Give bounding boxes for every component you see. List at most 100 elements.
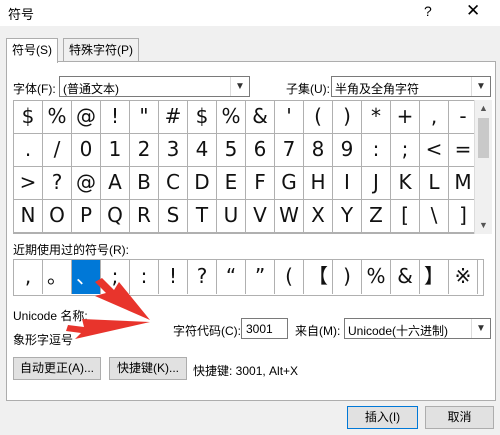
symbol-cell[interactable]: # (159, 101, 188, 134)
symbol-cell[interactable]: J (362, 167, 391, 200)
from-label: 来自(M): (295, 324, 341, 338)
symbol-cell[interactable]: A (101, 167, 130, 200)
symbol-cell[interactable]: Y (333, 200, 362, 233)
recent-symbol-cell[interactable]: ※ (449, 260, 478, 294)
symbol-cell[interactable]: . (14, 134, 43, 167)
from-select[interactable]: Unicode(十六进制) ▼ (344, 318, 491, 339)
recent-symbol-cell[interactable]: 。 (43, 260, 72, 294)
recent-symbol-cell[interactable]: ( (275, 260, 304, 294)
symbol-cell[interactable]: S (159, 200, 188, 233)
recent-symbol-cell[interactable]: & (391, 260, 420, 294)
char-code-input[interactable]: 3001 (241, 318, 288, 339)
symbol-cell[interactable]: @ (72, 101, 101, 134)
symbol-cell[interactable]: K (391, 167, 420, 200)
symbol-cell[interactable]: ( (304, 101, 333, 134)
symbol-cell[interactable]: \ (420, 200, 449, 233)
symbol-cell[interactable]: ! (101, 101, 130, 134)
close-button[interactable]: ✕ (466, 1, 480, 21)
symbol-cell[interactable]: / (43, 134, 72, 167)
recent-symbol-cell[interactable]: 】 (420, 260, 449, 294)
recent-symbol-cell[interactable]: % (362, 260, 391, 294)
symbol-cell[interactable]: ' (275, 101, 304, 134)
symbol-cell[interactable]: % (217, 101, 246, 134)
symbol-cell[interactable]: $ (14, 101, 43, 134)
recent-symbol-cell[interactable]: ; (101, 260, 130, 294)
cancel-button[interactable]: 取消 (425, 406, 494, 429)
char-code-value: 3001 (246, 322, 273, 336)
scroll-down-icon[interactable]: ▼ (475, 217, 492, 234)
tab-symbols[interactable]: 符号(S) (6, 38, 58, 63)
symbol-cell[interactable]: F (246, 167, 275, 200)
symbol-cell[interactable]: H (304, 167, 333, 200)
symbol-cell[interactable]: W (275, 200, 304, 233)
subset-select[interactable]: 半角及全角字符 ▼ (331, 76, 491, 97)
symbol-cell[interactable]: N (14, 200, 43, 233)
symbol-cell[interactable]: & (246, 101, 275, 134)
symbol-cell[interactable]: $ (188, 101, 217, 134)
symbol-dialog: 符号 ? ✕ 符号(S) 特殊字符(P) 字体(F): (普通文本) ▼ 子集(… (0, 0, 500, 435)
symbol-cell[interactable]: < (420, 134, 449, 167)
symbol-cell[interactable]: % (43, 101, 72, 134)
help-button[interactable]: ? (424, 3, 432, 19)
symbol-cell[interactable]: Q (101, 200, 130, 233)
font-select[interactable]: (普通文本) ▼ (59, 76, 250, 97)
symbol-cell[interactable]: > (14, 167, 43, 200)
symbol-cell[interactable]: C (159, 167, 188, 200)
symbol-cell[interactable]: + (391, 101, 420, 134)
symbol-cell[interactable]: X (304, 200, 333, 233)
symbol-cell[interactable]: I (333, 167, 362, 200)
grid-scrollbar[interactable]: ▲ ▼ (474, 100, 492, 234)
symbol-cell[interactable]: 0 (72, 134, 101, 167)
symbol-cell[interactable]: * (362, 101, 391, 134)
symbol-cell[interactable]: 6 (246, 134, 275, 167)
recent-symbol-cell[interactable]: 、 (72, 260, 101, 294)
recent-symbol-cell[interactable]: ” (246, 260, 275, 294)
font-label: 字体(F): (13, 82, 56, 96)
recent-symbol-cell[interactable]: , (14, 260, 43, 294)
symbol-cell[interactable]: 7 (275, 134, 304, 167)
symbol-cell[interactable]: 8 (304, 134, 333, 167)
symbol-cell[interactable]: [ (391, 200, 420, 233)
recent-symbol-cell[interactable]: : (130, 260, 159, 294)
symbol-cell[interactable]: U (217, 200, 246, 233)
symbol-cell[interactable]: 5 (217, 134, 246, 167)
recent-symbol-cell[interactable]: ! (159, 260, 188, 294)
symbol-cell[interactable]: P (72, 200, 101, 233)
scroll-thumb[interactable] (478, 118, 489, 158)
symbol-cell[interactable]: ) (333, 101, 362, 134)
shortcut-info: 快捷键: 3001, Alt+X (193, 364, 299, 378)
shortcut-key-button[interactable]: 快捷键(K)... (109, 357, 187, 380)
symbol-cell[interactable]: G (275, 167, 304, 200)
symbol-cell[interactable]: 4 (188, 134, 217, 167)
symbol-cell[interactable]: 2 (130, 134, 159, 167)
symbol-cell[interactable]: R (130, 200, 159, 233)
symbol-cell[interactable]: V (246, 200, 275, 233)
recent-symbol-cell[interactable]: ) (333, 260, 362, 294)
scroll-up-icon[interactable]: ▲ (475, 100, 492, 117)
symbol-cell[interactable]: : (362, 134, 391, 167)
symbol-cell[interactable]: , (420, 101, 449, 134)
symbol-cell[interactable]: ? (43, 167, 72, 200)
insert-button[interactable]: 插入(I) (347, 406, 418, 429)
chevron-down-icon: ▼ (471, 319, 490, 338)
unicode-name-label: Unicode 名称: (13, 309, 88, 323)
symbol-cell[interactable]: O (43, 200, 72, 233)
recent-symbol-cell[interactable]: ? (188, 260, 217, 294)
symbol-cell[interactable]: 1 (101, 134, 130, 167)
symbol-cell[interactable]: " (130, 101, 159, 134)
recent-symbol-cell[interactable]: “ (217, 260, 246, 294)
symbol-cell[interactable]: E (217, 167, 246, 200)
symbol-cell[interactable]: 9 (333, 134, 362, 167)
from-value: Unicode(十六进制) (348, 324, 449, 338)
recent-symbol-cell[interactable]: 【 (304, 260, 333, 294)
symbol-cell[interactable]: 3 (159, 134, 188, 167)
symbol-cell[interactable]: D (188, 167, 217, 200)
symbol-cell[interactable]: Z (362, 200, 391, 233)
symbol-cell[interactable]: L (420, 167, 449, 200)
symbol-cell[interactable]: T (188, 200, 217, 233)
autocorrect-button[interactable]: 自动更正(A)... (13, 357, 101, 380)
tab-special-characters[interactable]: 特殊字符(P) (63, 38, 139, 61)
symbol-cell[interactable]: ; (391, 134, 420, 167)
symbol-cell[interactable]: @ (72, 167, 101, 200)
symbol-cell[interactable]: B (130, 167, 159, 200)
